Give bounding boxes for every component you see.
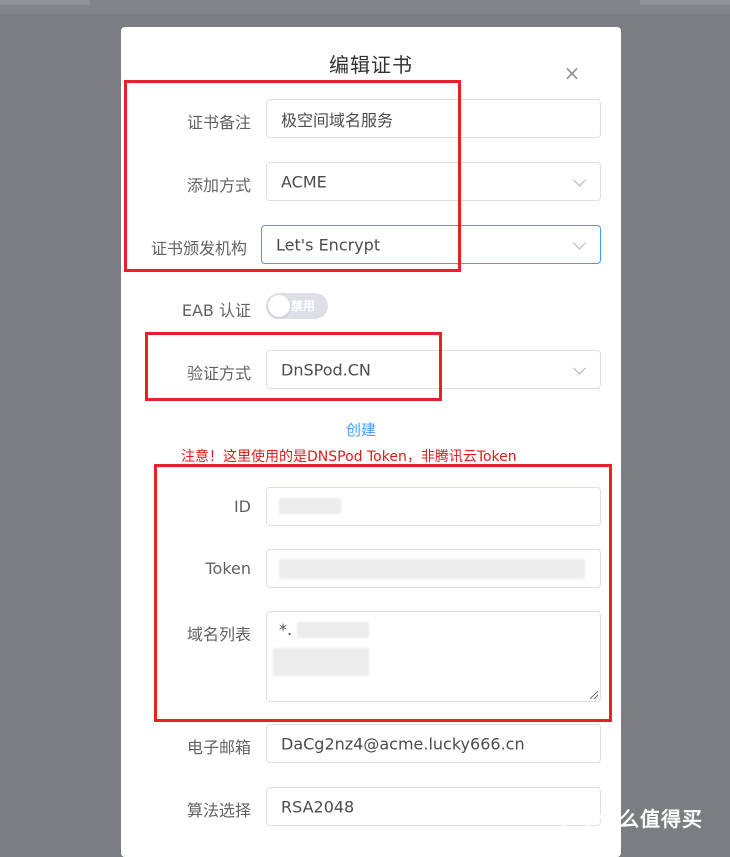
chevron-down-icon: [573, 361, 586, 375]
highlight-box: [124, 80, 461, 272]
dialog-title: 编辑证书: [329, 53, 413, 77]
create-link[interactable]: 创建: [346, 419, 376, 440]
watermark: 值 什么值得买: [560, 798, 725, 834]
eab-label: EAB 认证: [181, 301, 251, 320]
highlight-box: [145, 332, 442, 401]
toggle-knob: [268, 295, 290, 317]
email-label: 电子邮箱: [186, 738, 251, 757]
email-field[interactable]: DaCg2nz4@acme.lucky666.cn: [266, 724, 601, 763]
watermark-text: 什么值得买: [598, 807, 703, 831]
chevron-down-icon: [573, 236, 586, 250]
watermark-logo: 值: [560, 800, 592, 832]
background-bar: [0, 0, 730, 14]
algorithm-select[interactable]: RSA2048: [266, 787, 601, 826]
eab-toggle[interactable]: 禁用: [266, 293, 328, 319]
toggle-label: 禁用: [291, 299, 316, 313]
algorithm-value: RSA2048: [281, 797, 355, 816]
chevron-down-icon: [573, 173, 586, 187]
email-value: DaCg2nz4@acme.lucky666.cn: [281, 734, 525, 753]
close-icon[interactable]: ×: [562, 63, 582, 83]
warning-text: 注意！这里使用的是DNSPod Token，非腾讯云Token: [181, 449, 517, 465]
algorithm-label: 算法选择: [186, 801, 251, 820]
highlight-box: [154, 464, 612, 722]
